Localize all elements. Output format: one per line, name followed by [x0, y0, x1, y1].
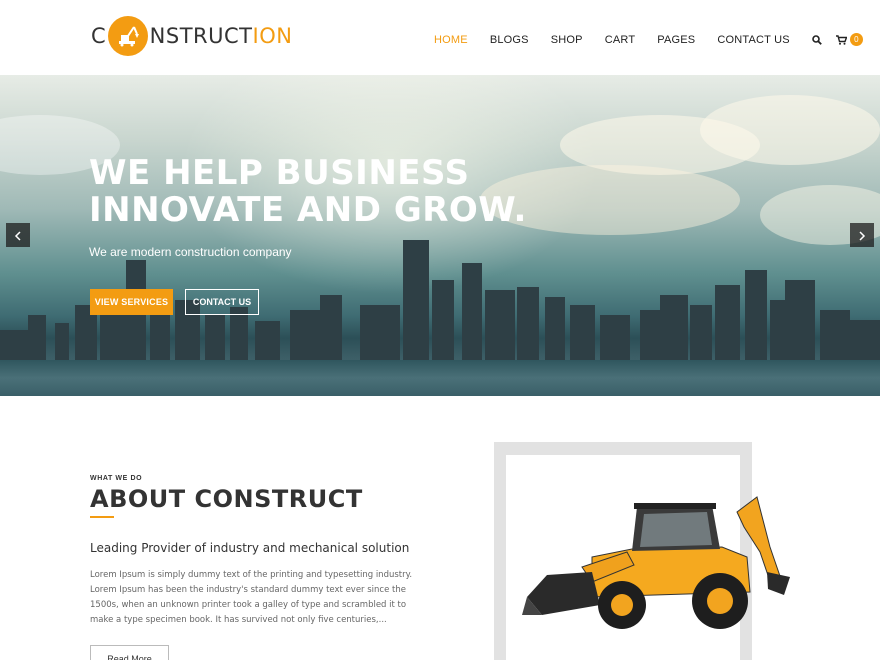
contact-us-button[interactable]: CONTACT US — [185, 289, 259, 315]
logo-text: NSTRUCTION — [150, 24, 293, 48]
logo-accent: ION — [252, 24, 293, 48]
site-header: C NSTRUCTION HOME BLOGS SHOP CART PAGES … — [0, 0, 880, 75]
main-nav: HOME BLOGS SHOP CART PAGES CONTACT US 0 — [434, 30, 877, 49]
nav-blogs[interactable]: BLOGS — [490, 34, 529, 46]
cart-count-badge: 0 — [849, 33, 863, 46]
cart-icon — [835, 30, 848, 49]
slider-prev-button[interactable] — [6, 223, 30, 247]
hero-slider: WE HELP BUSINESS INNOVATE AND GROW. We a… — [0, 75, 880, 396]
search-icon[interactable] — [812, 34, 822, 45]
nav-pages[interactable]: PAGES — [657, 34, 695, 46]
nav-shop[interactable]: SHOP — [551, 34, 583, 46]
about-title: ABOUT CONSTRUCT — [90, 485, 363, 513]
chevron-right-icon — [858, 226, 866, 245]
hero-title-line-1: WE HELP BUSINESS — [89, 153, 470, 193]
title-underline — [90, 516, 114, 518]
hero-title-line-2: INNOVATE AND GROW. — [89, 190, 527, 230]
nav-cart[interactable]: CART — [605, 34, 636, 46]
slider-next-button[interactable] — [850, 223, 874, 247]
logo-main: NSTRUCT — [149, 24, 253, 48]
chevron-left-icon — [14, 226, 22, 245]
nav-contact-us[interactable]: CONTACT US — [717, 34, 790, 46]
view-services-button[interactable]: VIEW SERVICES — [90, 289, 173, 315]
cloud — [700, 95, 880, 165]
about-eyebrow: WHAT WE DO — [90, 475, 143, 482]
excavator-logo-icon — [107, 16, 148, 56]
logo-prefix: C — [91, 24, 106, 48]
cart-button[interactable]: 0 — [835, 30, 863, 49]
hero-subtitle: We are modern construction company — [89, 245, 292, 259]
hero-title: WE HELP BUSINESS INNOVATE AND GROW. — [89, 155, 527, 229]
about-lead: Leading Provider of industry and mechani… — [90, 541, 410, 555]
lake-water — [0, 360, 880, 396]
backhoe-loader-image — [522, 496, 790, 629]
nav-home[interactable]: HOME — [434, 34, 468, 46]
read-more-button[interactable]: Read More — [90, 645, 169, 660]
site-logo[interactable]: C NSTRUCTION — [91, 15, 292, 57]
about-body: Lorem Ipsum is simply dummy text of the … — [90, 570, 413, 625]
